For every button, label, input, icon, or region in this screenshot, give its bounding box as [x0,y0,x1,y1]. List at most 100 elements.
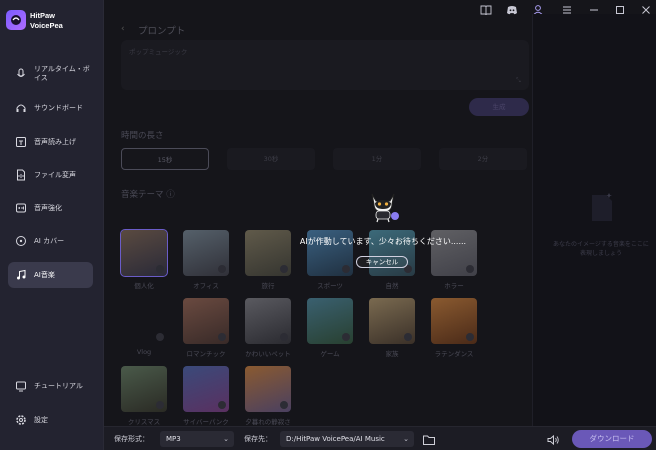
format-select[interactable]: MP3 ⌄ [160,431,234,447]
sidebar-item-label: 音声読み上げ [34,137,76,146]
sidebar-item-tutorial[interactable]: チュートリアル [8,373,93,399]
theme-section-title: 音楽テーマ ⓘ [121,190,175,200]
text-to-speech-icon [15,136,27,148]
lock-icon [156,401,164,409]
length-option-2m[interactable]: 2分 [439,148,527,170]
sidebar-item-label: チュートリアル [34,381,83,390]
sidebar-item-ai-cover[interactable]: AI カバー [8,228,93,254]
discord-icon[interactable] [506,1,518,15]
theme-tile[interactable] [369,298,415,344]
save-path-select[interactable]: D:/HitPaw VoicePea/AI Music ⌄ [280,431,414,447]
prompt-placeholder: ポップミュージック [129,48,188,56]
app-logo-icon [6,10,26,30]
theme-tile[interactable] [245,230,291,276]
theme-tile[interactable] [121,366,167,412]
save-path-value: D:/HitPaw VoicePea/AI Music [286,435,385,443]
theme-tile[interactable] [369,230,415,276]
result-placeholder-text: あなたのイメージする音楽をここに表現しましょう [553,241,649,257]
volume-icon[interactable] [546,432,560,446]
theme-tile[interactable] [183,298,229,344]
save-location-label: 保存先： [244,435,272,443]
theme-tile[interactable] [183,230,229,276]
user-icon[interactable] [532,1,544,16]
theme-tile-label: 家族 [385,350,399,358]
minimize-icon[interactable] [588,1,600,13]
theme-tile-label: 自然 [385,282,399,290]
length-option-1m[interactable]: 1分 [333,148,421,170]
length-section-title: 時間の長さ [121,131,164,141]
music-file-icon [589,192,615,224]
theme-tile[interactable] [121,298,167,344]
tutorial-icon [15,380,27,392]
sidebar-item-label: AI カバー [34,236,65,245]
microphone-icon [15,68,27,80]
theme-tile[interactable] [183,366,229,412]
chevron-down-icon: ⌄ [223,435,229,443]
lock-icon [218,401,226,409]
voice-enhance-icon [15,202,27,214]
theme-tile-label: かわいいペット [245,350,291,358]
brand-name: HitPaw VoicePea [30,11,100,31]
theme-tile-label: ラテンダンス [434,350,474,358]
sidebar-item-voice-enhance[interactable]: 音声強化 [8,195,93,221]
lock-icon [342,333,350,341]
lock-icon [218,265,226,273]
lock-icon [156,265,164,273]
maximize-icon[interactable] [614,1,626,14]
theme-tile-label: クリスマス [127,418,161,426]
prompt-input[interactable]: ポップミュージック ⤡ [121,40,529,90]
file-voice-icon [15,169,27,181]
theme-tile[interactable] [431,298,477,344]
sidebar-item-settings[interactable]: 設定 [8,407,93,433]
theme-tile-label: Vlog [136,348,152,356]
theme-tile-label: スポーツ [317,282,343,290]
theme-tile-label: ゲーム [320,350,340,358]
lock-icon [280,265,288,273]
theme-tile-label: 個人化 [134,282,154,290]
headphones-icon [15,102,27,114]
brand-line-2: VoicePea [30,21,63,30]
sidebar-item-ai-music[interactable]: AI音楽 [8,262,93,288]
theme-tile[interactable] [245,298,291,344]
sidebar-item-label: 設定 [34,415,48,424]
theme-tile[interactable] [245,366,291,412]
folder-icon[interactable] [422,432,436,446]
lock-icon [404,265,412,273]
download-button[interactable]: ダウンロード [572,430,652,448]
theme-tile[interactable] [431,230,477,276]
ai-cover-icon [15,235,27,247]
ai-music-icon [15,269,27,281]
close-icon[interactable] [640,1,652,14]
theme-tile-label: ホラー [444,282,464,290]
sidebar-item-label: 音声強化 [34,203,62,212]
back-arrow-icon[interactable]: ‹ [121,24,131,34]
sidebar-item-file-voice[interactable]: ファイル変声 [8,162,93,188]
length-option-15s[interactable]: 15秒 [121,148,209,170]
result-panel: あなたのイメージする音楽をここに表現しましょう [532,14,656,426]
theme-tile[interactable] [307,230,353,276]
theme-tile-label: 夕暮れの静寂さ [245,418,291,426]
menu-icon[interactable] [561,1,573,14]
expand-icon[interactable]: ⤡ [516,77,523,84]
lock-icon [342,265,350,273]
sidebar-item-label: サウンドボード [34,103,83,112]
main-panel: ‹ プロンプト ポップミュージック ⤡ 生成 時間の長さ 15秒 30秒 1分 … [104,14,532,426]
theme-tile[interactable] [307,298,353,344]
book-icon[interactable] [480,1,492,16]
sidebar-item-label: リアルタイム・ボイス [34,65,90,82]
theme-tile[interactable] [120,229,168,277]
length-option-30s[interactable]: 30秒 [227,148,315,170]
chevron-down-icon: ⌄ [403,435,409,443]
sidebar: HitPaw VoicePea リアルタイム・ボイス サウンドボード 音声読み上… [0,0,104,450]
theme-tile-label: オフィス [193,282,219,290]
lock-icon [218,333,226,341]
settings-icon [15,414,27,426]
lock-icon [280,333,288,341]
theme-tile-label: 旅行 [261,282,275,290]
lock-icon [156,333,164,341]
sidebar-item-realtime-voice[interactable]: リアルタイム・ボイス [8,61,93,87]
sidebar-item-text-to-speech[interactable]: 音声読み上げ [8,129,93,155]
sidebar-item-soundboard[interactable]: サウンドボード [8,95,93,121]
sidebar-item-label: AI音楽 [34,270,55,279]
generate-button[interactable]: 生成 [469,98,529,116]
